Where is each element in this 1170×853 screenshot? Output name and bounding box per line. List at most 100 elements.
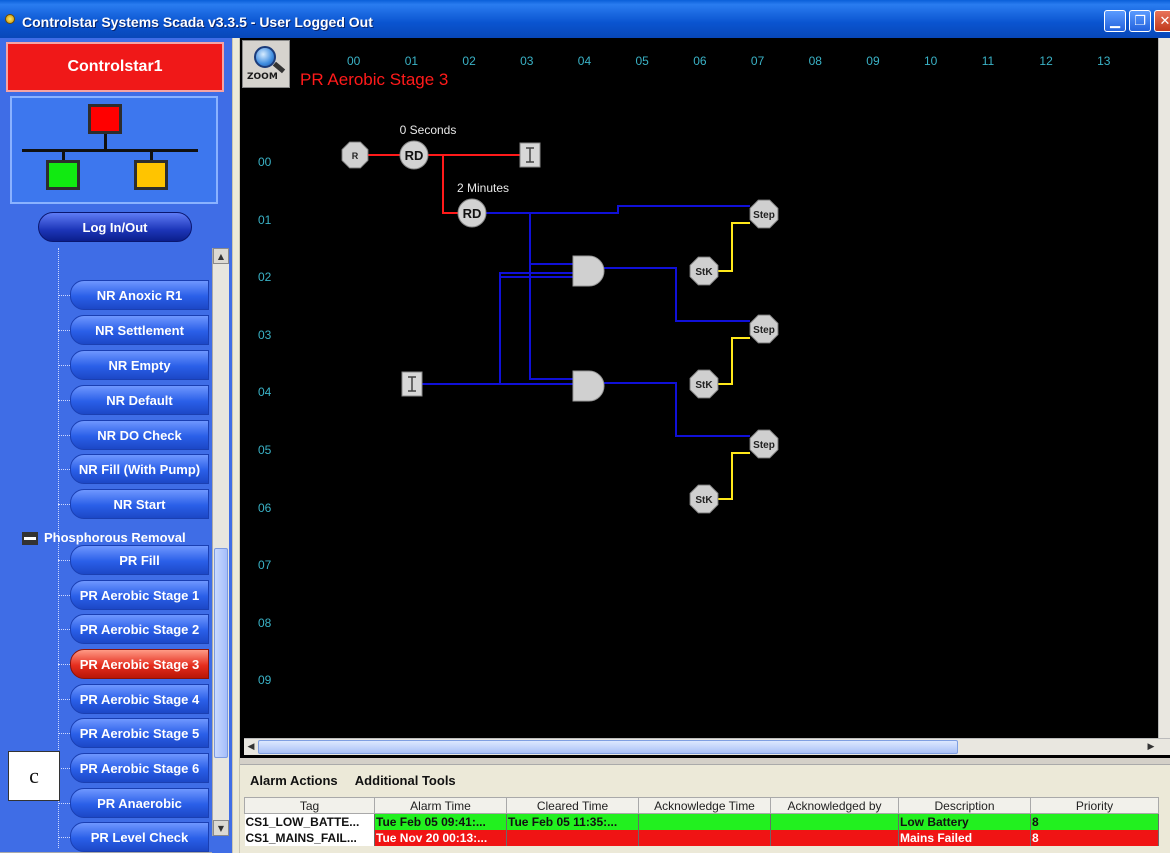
tree-connector bbox=[58, 733, 70, 734]
sidebar-item[interactable]: NR Empty bbox=[70, 350, 209, 380]
alarm-table: Tag Alarm Time Cleared Time Acknowledge … bbox=[244, 797, 1159, 846]
zoom-button[interactable]: ZOOM bbox=[242, 40, 290, 88]
title-bar: Controlstar Systems Scada v3.3.5 - User … bbox=[0, 0, 1170, 38]
menu-alarm-actions[interactable]: Alarm Actions bbox=[250, 773, 338, 788]
row-label: 05 bbox=[258, 443, 272, 457]
alarm-table-body: CS1_LOW_BATTE... Tue Feb 05 09:41:... Tue … bbox=[244, 813, 1159, 846]
minimize-button[interactable]: ▁ bbox=[1104, 10, 1126, 32]
alarm-row[interactable]: CS1_MAINS_FAIL... Tue Nov 20 00:13:... Mai… bbox=[244, 829, 1159, 846]
scroll-thumb[interactable] bbox=[214, 548, 228, 758]
sidebar-item[interactable]: PR Level Check bbox=[70, 822, 209, 852]
tree-connector bbox=[58, 504, 70, 505]
tree-group-label: Phosphorous Removal bbox=[44, 530, 186, 545]
column-label: 05 bbox=[635, 54, 649, 68]
tree-connector bbox=[58, 699, 70, 700]
sidebar-item[interactable]: PR Fill bbox=[70, 545, 209, 575]
alarm-cell-description: Low Battery bbox=[898, 813, 1031, 830]
row-label: 04 bbox=[258, 385, 272, 400]
column-label: 08 bbox=[808, 54, 822, 68]
network-bus bbox=[22, 149, 198, 152]
wire-blue bbox=[499, 272, 573, 384]
stk-node-label: StK bbox=[695, 495, 713, 506]
sidebar-item[interactable]: PR Aerobic Stage 5 bbox=[70, 718, 209, 748]
timer-label: 0 Seconds bbox=[400, 123, 457, 137]
sidebar-item[interactable]: PR Anaerobic bbox=[70, 788, 209, 818]
column-label: 10 bbox=[924, 54, 938, 68]
sidebar-item[interactable]: PR Aerobic Stage 6 bbox=[70, 753, 209, 783]
stk-node-label: StK bbox=[695, 267, 713, 278]
alarm-cell-priority: 8 bbox=[1030, 813, 1159, 830]
login-logout-button[interactable]: Log In/Out bbox=[38, 212, 192, 242]
alarm-table-header: Tag Alarm Time Cleared Time Acknowledge … bbox=[244, 797, 1159, 814]
column-label: 04 bbox=[577, 54, 592, 68]
sidebar-item[interactable]: NR Default bbox=[70, 385, 209, 415]
menu-additional-tools[interactable]: Additional Tools bbox=[355, 773, 456, 788]
row-label: 09 bbox=[258, 673, 272, 688]
app-icon bbox=[5, 14, 15, 24]
tree-connector bbox=[58, 295, 70, 296]
rd-timer-node-label: RD bbox=[405, 148, 424, 163]
scroll-left-icon[interactable]: ◀ bbox=[244, 740, 258, 754]
column-header-tag[interactable]: Tag bbox=[244, 797, 375, 814]
collapse-icon[interactable] bbox=[22, 532, 38, 545]
tree-connector bbox=[58, 469, 70, 470]
row-label: 03 bbox=[258, 327, 272, 342]
tree-connector bbox=[58, 837, 70, 838]
reset-node-label: R bbox=[352, 151, 359, 161]
step-node-label: Step bbox=[753, 440, 775, 451]
column-header-description[interactable]: Description bbox=[898, 797, 1031, 814]
canvas-horizontal-scrollbar[interactable]: ◀ ▶ bbox=[244, 738, 1170, 755]
alarm-cell-cleared-time bbox=[506, 829, 639, 846]
alarm-cell-ack-time bbox=[638, 813, 771, 830]
column-header-cleared-time[interactable]: Cleared Time bbox=[506, 797, 639, 814]
alarm-menu-bar: Alarm Actions Additional Tools bbox=[250, 773, 470, 788]
sidebar-item[interactable]: NR Fill (With Pump) bbox=[70, 454, 209, 484]
panel-splitter[interactable] bbox=[232, 38, 240, 853]
column-label: 01 bbox=[404, 54, 419, 68]
tree-connector bbox=[58, 435, 70, 436]
row-label: 06 bbox=[258, 500, 272, 515]
wire-blue bbox=[421, 276, 573, 385]
sidebar-item[interactable]: PR Aerobic Stage 3 bbox=[70, 649, 209, 679]
maximize-button[interactable]: ❐ bbox=[1129, 10, 1151, 32]
sidebar-item[interactable]: PR Aerobic Stage 1 bbox=[70, 580, 209, 610]
step-node-label: Step bbox=[753, 210, 775, 221]
and-gate-node bbox=[572, 370, 605, 402]
tree-connector bbox=[58, 400, 70, 401]
scroll-thumb[interactable] bbox=[258, 740, 958, 754]
column-header-acknowledge-time[interactable]: Acknowledge Time bbox=[638, 797, 771, 814]
site-name-button[interactable]: Controlstar1 bbox=[6, 42, 224, 92]
sidebar-item[interactable]: PR Aerobic Stage 2 bbox=[70, 614, 209, 644]
sidebar-item[interactable]: PR Aerobic Stage 4 bbox=[70, 684, 209, 714]
corner-label-box: c bbox=[8, 751, 60, 801]
stk-node-label: StK bbox=[695, 380, 713, 391]
alarm-cell-ack-time bbox=[638, 829, 771, 846]
column-label: 00 bbox=[347, 54, 361, 68]
alarm-row[interactable]: CS1_LOW_BATTE... Tue Feb 05 09:41:... Tue … bbox=[244, 813, 1159, 830]
scada-window: Controlstar Systems Scada v3.3.5 - User … bbox=[0, 0, 1170, 853]
column-label: 11 bbox=[981, 54, 995, 68]
column-header-alarm-time[interactable]: Alarm Time bbox=[374, 797, 507, 814]
network-status-diagram[interactable] bbox=[10, 96, 218, 204]
sidebar-item[interactable]: NR Settlement bbox=[70, 315, 209, 345]
tree-vertical-scrollbar[interactable]: ▲ ▼ bbox=[212, 248, 229, 836]
step-node-label: Step bbox=[753, 325, 775, 336]
row-label: 02 bbox=[258, 270, 272, 285]
outstation-ok-icon bbox=[46, 160, 80, 190]
scroll-up-icon[interactable]: ▲ bbox=[213, 248, 229, 264]
scroll-down-icon[interactable]: ▼ bbox=[213, 820, 229, 836]
close-button[interactable]: ✕ bbox=[1154, 10, 1170, 32]
sidebar-item[interactable]: NR Anoxic R1 bbox=[70, 280, 209, 310]
sidebar-item[interactable]: NR DO Check bbox=[70, 420, 209, 450]
tree-connector bbox=[58, 330, 70, 331]
column-header-acknowledged-by[interactable]: Acknowledged by bbox=[770, 797, 899, 814]
logic-diagram-canvas[interactable]: R RD 0 Seconds RD 2 Minutes Step Step Step StK St… bbox=[240, 38, 1170, 758]
master-station-icon bbox=[88, 104, 122, 134]
column-label: 09 bbox=[866, 54, 880, 68]
row-label: 08 bbox=[258, 615, 272, 630]
sidebar-item[interactable]: NR Start bbox=[70, 489, 209, 519]
column-label: 12 bbox=[1039, 54, 1053, 68]
scroll-right-icon[interactable]: ▶ bbox=[1144, 740, 1158, 754]
canvas-vertical-scrollbar[interactable] bbox=[1158, 38, 1170, 738]
column-header-priority[interactable]: Priority bbox=[1030, 797, 1159, 814]
